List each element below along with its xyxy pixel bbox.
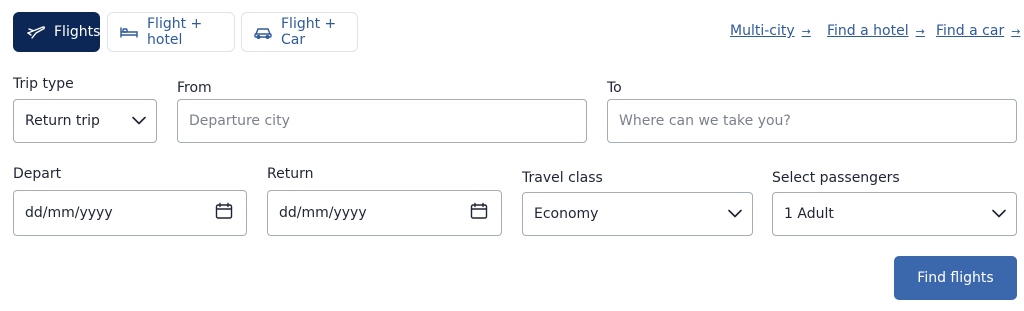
link-find-hotel[interactable]: Find a hotel → <box>827 23 925 39</box>
return-date-placeholder: dd/mm/yyyy <box>279 205 367 221</box>
arrow-right-icon: → <box>1011 24 1021 38</box>
passengers-value: 1 Adult <box>784 206 834 222</box>
trip-type-value: Return trip <box>25 113 100 129</box>
select-passengers-label: Select passengers <box>772 170 900 186</box>
tab-flight-hotel-label: Flight + hotel <box>147 16 203 48</box>
find-flights-button[interactable]: Find flights <box>894 256 1017 300</box>
from-input[interactable]: Departure city <box>177 99 587 143</box>
car-icon <box>253 24 273 40</box>
arrow-right-icon: → <box>801 24 811 38</box>
arrow-right-icon: → <box>915 24 925 38</box>
travel-class-label: Travel class <box>522 170 603 186</box>
return-date-input[interactable]: dd/mm/yyyy <box>267 190 502 236</box>
tab-flight-car-label: Flight + Car <box>281 16 337 48</box>
to-placeholder: Where can we take you? <box>619 113 791 129</box>
tab-flights[interactable]: Flights <box>13 12 100 52</box>
to-input[interactable]: Where can we take you? <box>607 99 1017 143</box>
chevron-down-icon <box>992 206 1006 222</box>
to-label: To <box>607 80 622 96</box>
depart-date-placeholder: dd/mm/yyyy <box>25 205 113 221</box>
depart-date-input[interactable]: dd/mm/yyyy <box>13 190 247 236</box>
link-multi-city-label: Multi-city <box>730 23 795 39</box>
link-find-car[interactable]: Find a car → <box>936 23 1020 39</box>
calendar-icon[interactable] <box>215 202 233 224</box>
trip-type-select[interactable]: Return trip <box>13 99 157 143</box>
from-label: From <box>177 80 212 96</box>
tab-flight-hotel[interactable]: Flight + hotel <box>107 12 235 52</box>
tab-flights-label: Flights <box>54 24 101 40</box>
link-find-car-label: Find a car <box>936 23 1005 39</box>
depart-label: Depart <box>13 166 62 182</box>
link-find-hotel-label: Find a hotel <box>827 23 909 39</box>
trip-type-label: Trip type <box>13 76 74 92</box>
passengers-select[interactable]: 1 Adult <box>772 192 1017 236</box>
travel-class-value: Economy <box>534 206 599 222</box>
return-label: Return <box>267 166 314 182</box>
chevron-down-icon <box>728 206 742 222</box>
calendar-icon[interactable] <box>470 202 488 224</box>
link-multi-city[interactable]: Multi-city → <box>730 23 811 39</box>
plane-icon <box>26 24 46 40</box>
bed-icon <box>119 24 139 40</box>
from-placeholder: Departure city <box>189 113 290 129</box>
travel-class-select[interactable]: Economy <box>522 192 753 236</box>
chevron-down-icon <box>132 113 146 129</box>
tab-flight-car[interactable]: Flight + Car <box>241 12 358 52</box>
